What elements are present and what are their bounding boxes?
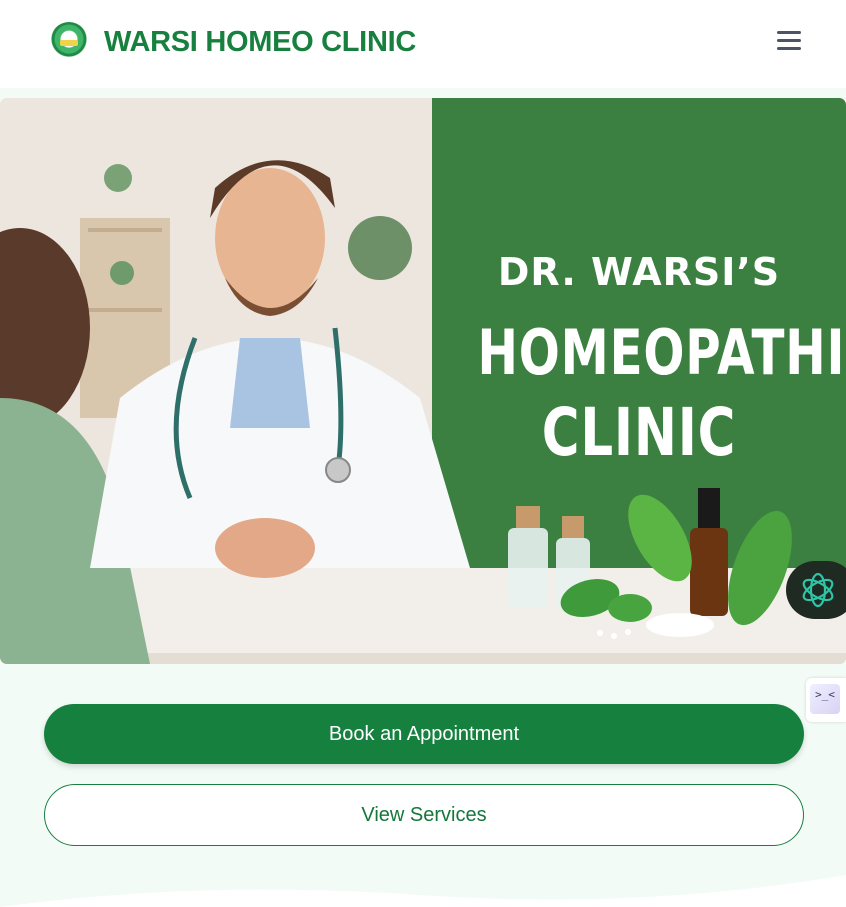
brand-name[interactable]: WARSI HOMEO CLINIC — [104, 26, 416, 59]
site-header: WARSI HOMEO CLINIC — [0, 0, 846, 88]
wave-divider — [0, 875, 846, 907]
hamburger-menu-icon[interactable] — [777, 31, 801, 53]
book-appointment-button[interactable]: Book an Appointment — [44, 704, 804, 764]
hero-title-line1: DR. WARSI’S — [497, 250, 781, 294]
side-tab-button[interactable]: >_< — [806, 678, 846, 722]
hero-title-line3: CLINIC — [541, 394, 737, 471]
ai-assistant-icon — [802, 572, 834, 608]
hero-title-line2: HOMEOPATHIC — [477, 316, 846, 389]
hero-banner: DR. WARSI’S HOMEOPATHIC CLINIC — [0, 98, 846, 664]
code-icon: >_< — [810, 684, 840, 714]
view-services-button[interactable]: View Services — [44, 784, 804, 846]
ai-assistant-button[interactable] — [786, 561, 846, 619]
clinic-logo-icon[interactable] — [50, 22, 88, 60]
